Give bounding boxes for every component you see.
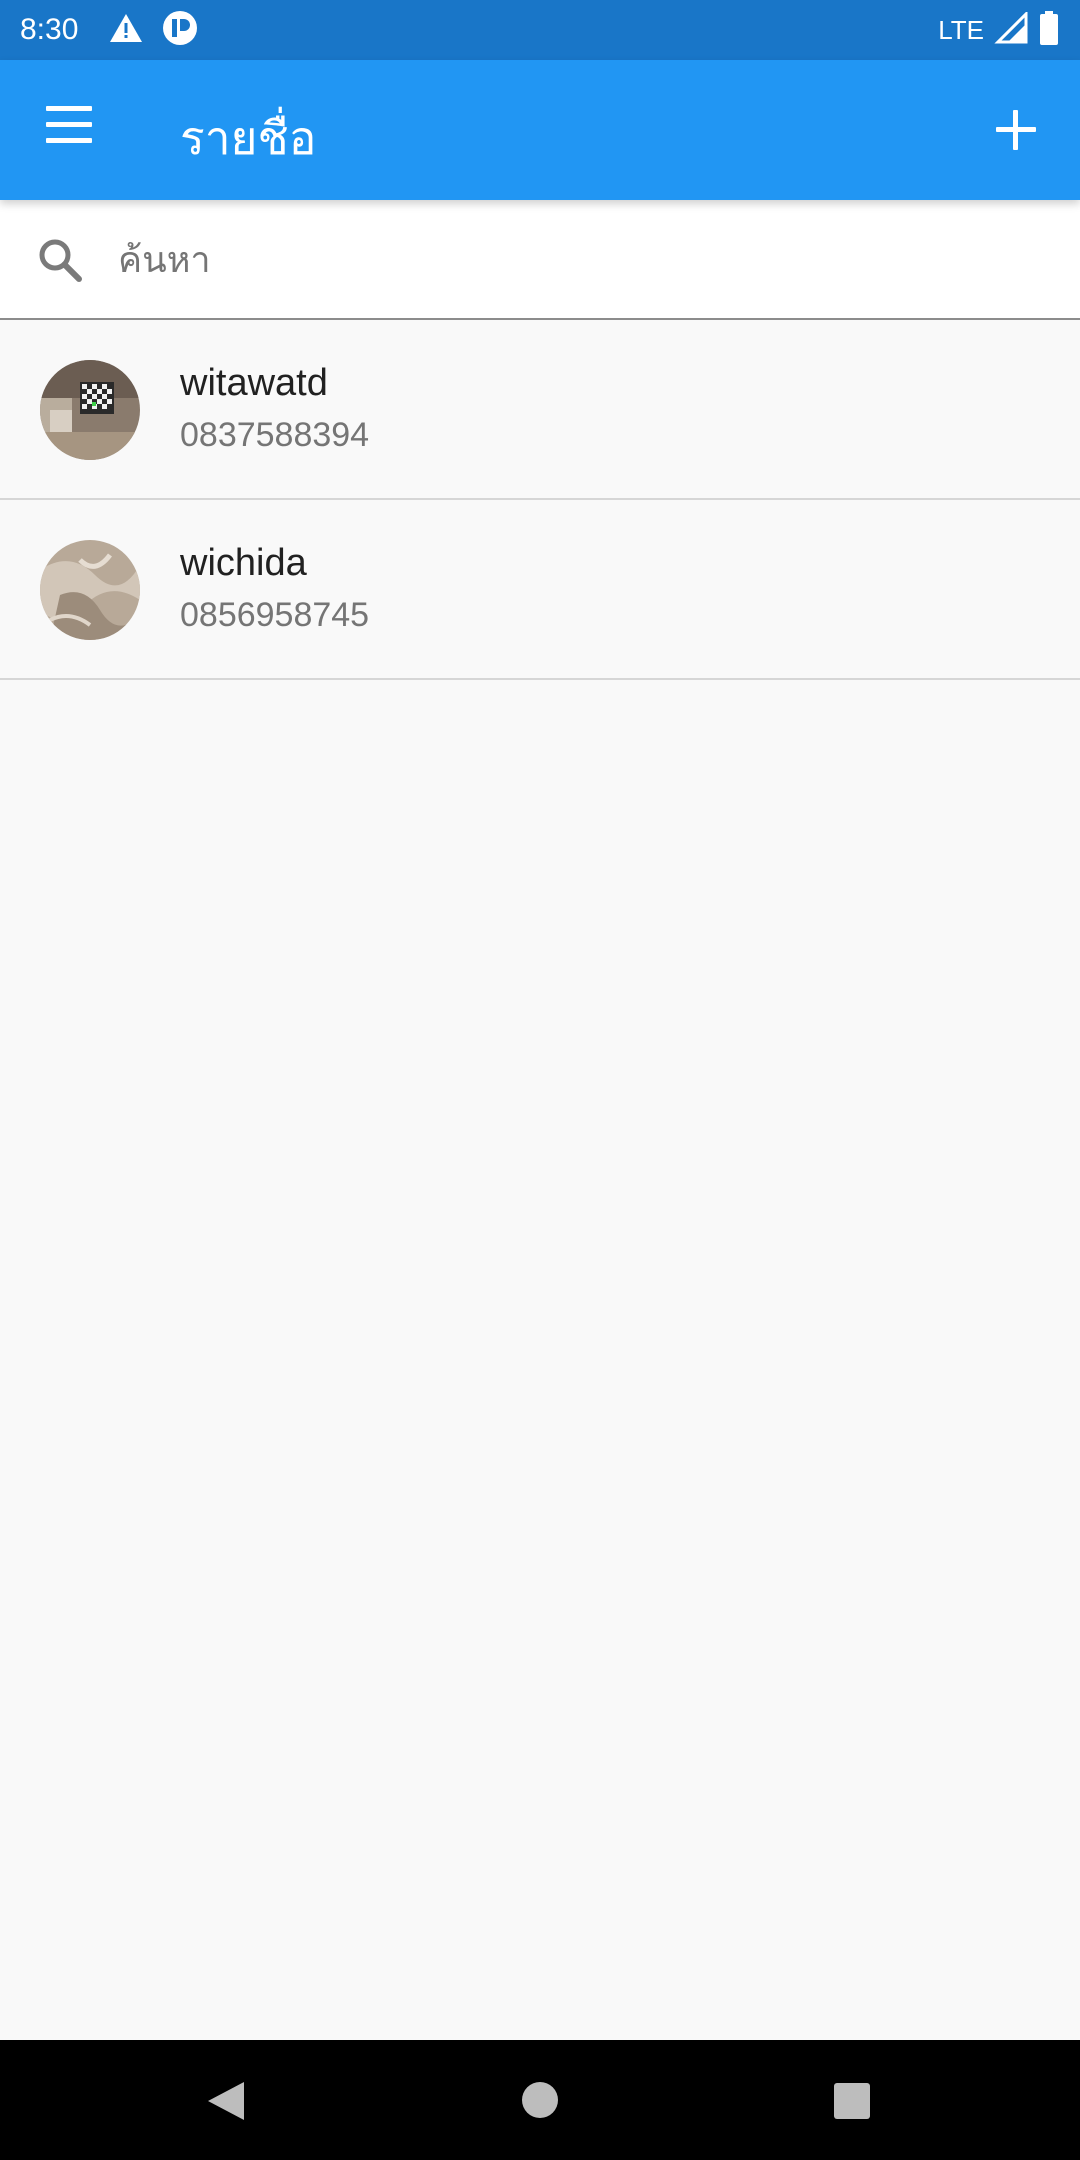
status-bar: 8:30 LTE <box>0 0 1080 60</box>
battery-icon <box>1038 10 1060 50</box>
list-item[interactable]: wichida 0856958745 <box>0 500 1080 680</box>
signal-icon <box>994 10 1028 48</box>
back-icon[interactable] <box>206 2080 246 2122</box>
page-title: รายชื่อ <box>180 111 317 165</box>
network-type-label: LTE <box>938 14 984 45</box>
list-item[interactable]: witawatd 0837588394 <box>0 320 1080 500</box>
app-notification-icon <box>162 10 198 50</box>
contact-phone: 0837588394 <box>180 416 370 454</box>
contact-name: witawatd <box>180 362 328 404</box>
search-bar <box>0 200 1080 320</box>
avatar <box>40 360 140 460</box>
search-icon <box>36 236 84 284</box>
app-bar: รายชื่อ <box>0 60 1080 200</box>
contact-phone: 0856958745 <box>180 596 370 634</box>
home-icon[interactable] <box>522 2082 558 2118</box>
contact-name: wichida <box>180 542 307 584</box>
contact-list: witawatd 0837588394 wichida 0856958745 <box>0 320 1080 680</box>
warning-icon <box>108 12 144 48</box>
system-nav-bar <box>0 2040 1080 2160</box>
hamburger-menu-icon[interactable] <box>40 106 100 154</box>
status-system-icons: LTE <box>938 10 1060 50</box>
search-input[interactable] <box>118 224 1018 296</box>
status-time: 8:30 <box>20 13 79 46</box>
recents-icon[interactable] <box>834 2083 870 2119</box>
status-notification-icons <box>108 10 198 50</box>
add-icon[interactable] <box>990 104 1042 156</box>
avatar <box>40 540 140 640</box>
